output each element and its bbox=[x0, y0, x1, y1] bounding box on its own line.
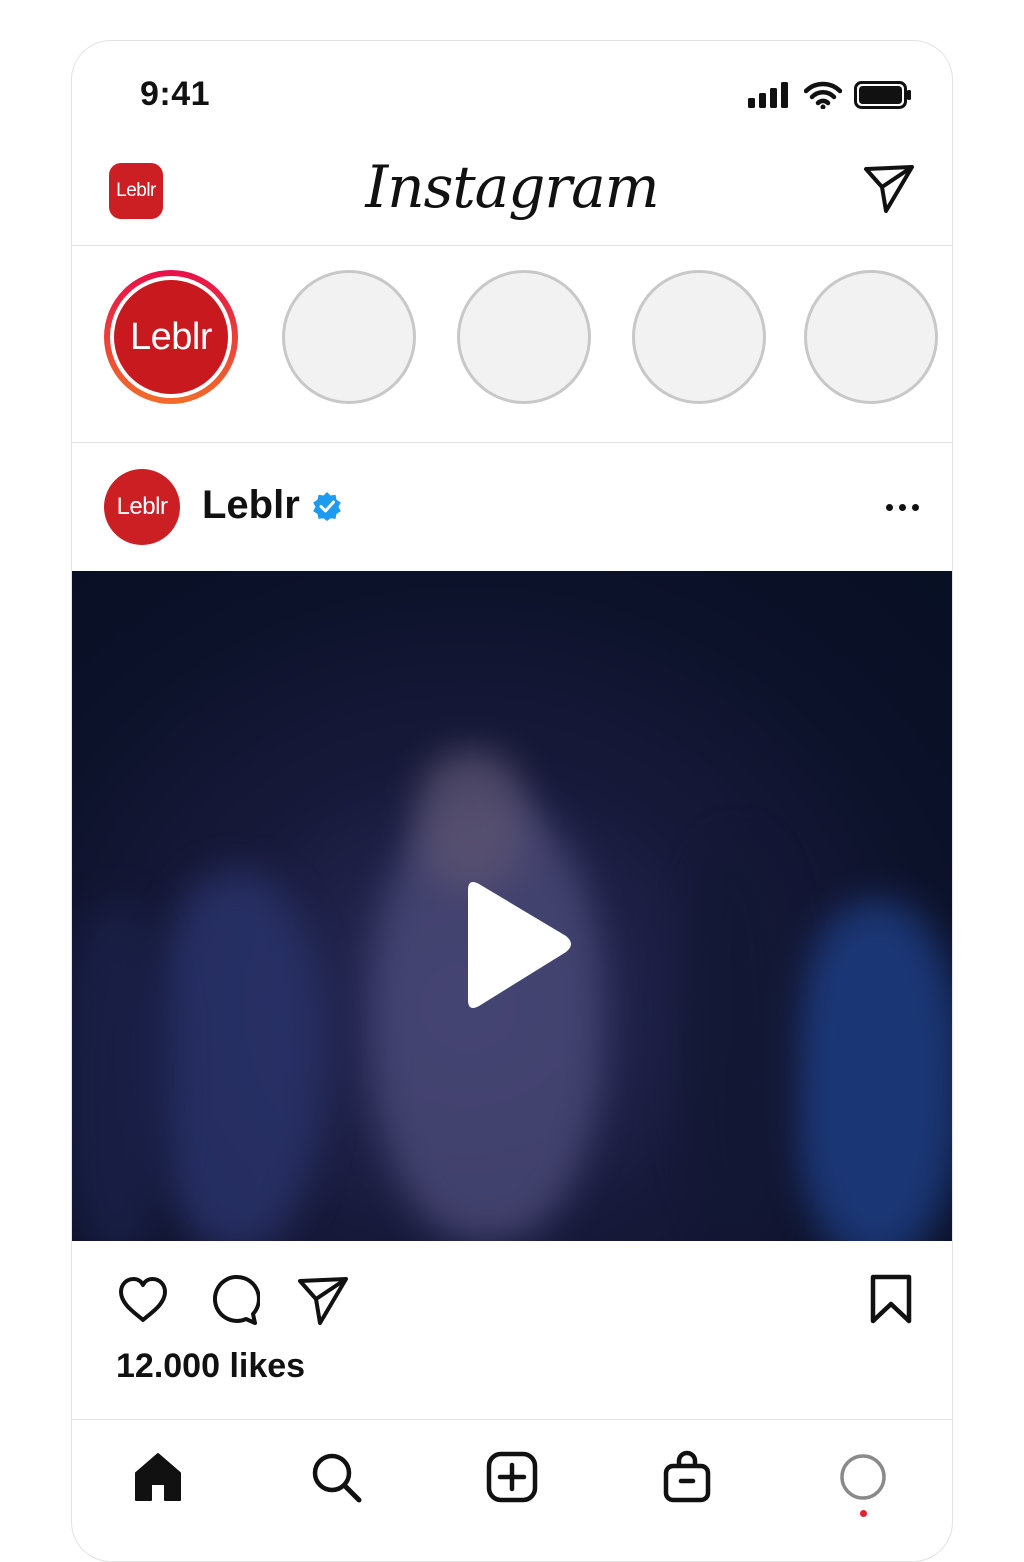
direct-message-icon[interactable] bbox=[862, 161, 916, 215]
blurred-performer-head bbox=[417, 751, 527, 891]
story-own-avatar: Leblr bbox=[114, 280, 228, 394]
post-avatar[interactable]: Leblr bbox=[104, 469, 180, 545]
heart-icon[interactable] bbox=[116, 1273, 170, 1327]
story-own[interactable]: Leblr bbox=[104, 270, 238, 404]
story-placeholder[interactable] bbox=[282, 270, 416, 404]
more-options-icon[interactable] bbox=[882, 495, 922, 519]
blurred-crowd-mid-right bbox=[682, 841, 792, 1241]
status-icons bbox=[748, 81, 912, 109]
profile-icon[interactable] bbox=[836, 1450, 890, 1504]
story-placeholder[interactable] bbox=[457, 270, 591, 404]
post-video[interactable] bbox=[72, 571, 952, 1241]
battery-icon bbox=[854, 81, 911, 109]
status-bar: 9:41 bbox=[72, 41, 952, 141]
post-actions: 12.000 likes bbox=[72, 1241, 952, 1420]
notification-dot bbox=[860, 1510, 867, 1517]
bookmark-icon[interactable] bbox=[864, 1273, 918, 1327]
instagram-wordmark: Instagram bbox=[365, 153, 659, 221]
share-icon[interactable] bbox=[296, 1273, 350, 1327]
blurred-crowd-far-left bbox=[72, 901, 172, 1241]
blurred-crowd-right bbox=[792, 901, 952, 1241]
post-header: Leblr Leblr bbox=[72, 443, 952, 571]
stories-tray: Leblr bbox=[72, 246, 952, 443]
create-icon[interactable] bbox=[485, 1450, 539, 1504]
search-icon[interactable] bbox=[309, 1450, 363, 1504]
likes-count[interactable]: 12.000 likes bbox=[116, 1347, 305, 1386]
wifi-icon bbox=[804, 81, 842, 109]
verified-badge-icon bbox=[313, 492, 341, 521]
story-placeholder[interactable] bbox=[804, 270, 938, 404]
post-username[interactable]: Leblr bbox=[202, 483, 300, 528]
signal-icon bbox=[748, 82, 788, 108]
comment-icon[interactable] bbox=[206, 1273, 260, 1327]
story-placeholder[interactable] bbox=[632, 270, 766, 404]
play-icon[interactable] bbox=[452, 876, 582, 1016]
bottom-navigation bbox=[72, 1420, 952, 1540]
phone-frame: 9:41 Leblr Instagram Leblr Leblr Leblr 1… bbox=[71, 40, 953, 1562]
status-time: 9:41 bbox=[140, 75, 211, 113]
blurred-crowd-left bbox=[152, 871, 322, 1241]
home-icon[interactable] bbox=[131, 1450, 185, 1504]
app-header: Leblr Instagram bbox=[72, 145, 952, 246]
shop-icon[interactable] bbox=[660, 1450, 714, 1504]
